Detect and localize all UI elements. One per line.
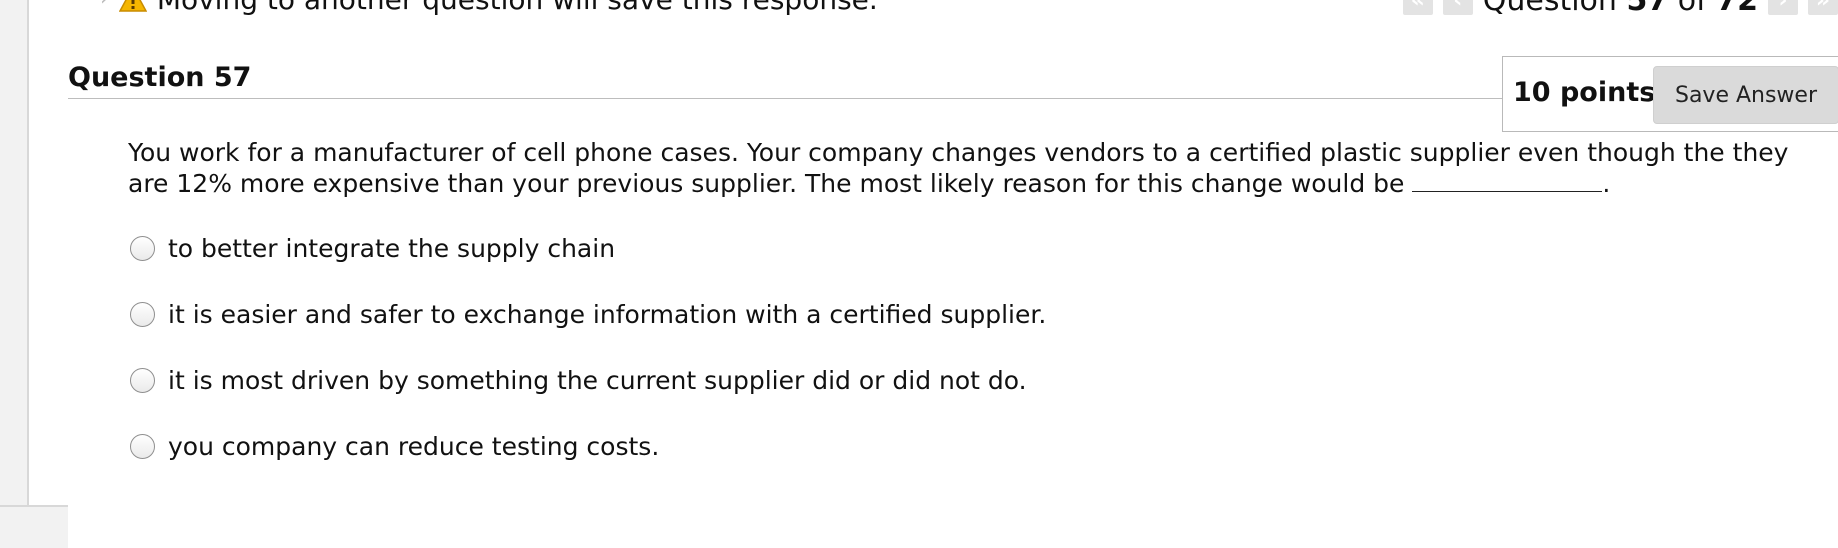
question-counter: Question 57 of 72 xyxy=(1483,0,1758,18)
option-label[interactable]: it is easier and safer to exchange infor… xyxy=(168,300,1046,329)
question-text-end: . xyxy=(1602,169,1611,198)
double-chevron-right-icon: » xyxy=(1815,0,1831,13)
answer-option[interactable]: to better integrate the supply chain xyxy=(130,228,1046,268)
counter-current: 57 xyxy=(1626,0,1669,18)
answer-options: to better integrate the supply chain it … xyxy=(130,228,1046,492)
question-navigation: « ‹ Question 57 of 72 › » xyxy=(1402,0,1838,18)
counter-of: of xyxy=(1677,0,1707,18)
points-panel: 10 points Save Answer xyxy=(1502,56,1838,132)
save-answer-button[interactable]: Save Answer xyxy=(1653,66,1838,124)
warning-icon xyxy=(118,0,147,12)
radio-button[interactable] xyxy=(130,367,155,393)
previous-question-button[interactable]: ‹ xyxy=(1442,0,1473,15)
next-question-button[interactable]: › xyxy=(1768,0,1798,15)
answer-option[interactable]: you company can reduce testing costs. xyxy=(130,426,1046,466)
option-label[interactable]: to better integrate the supply chain xyxy=(168,234,615,263)
answer-option[interactable]: it is most driven by something the curre… xyxy=(130,360,1046,400)
counter-prefix: Question xyxy=(1482,0,1617,18)
chevron-left-icon: ‹ xyxy=(1453,0,1463,13)
question-header: Question 57 xyxy=(68,60,1503,99)
chevron-right-icon: › xyxy=(100,0,109,10)
double-chevron-left-icon: « xyxy=(1410,0,1425,13)
question-text: You work for a manufacturer of cell phon… xyxy=(128,137,1828,199)
save-warning: › Moving to another question will save t… xyxy=(100,0,878,16)
last-question-button[interactable]: » xyxy=(1808,0,1838,15)
points-label: 10 points xyxy=(1513,77,1656,108)
assessment-page: › Moving to another question will save t… xyxy=(0,0,1838,548)
answer-blank xyxy=(1412,169,1603,192)
question-title: Question 57 xyxy=(68,62,252,93)
radio-button[interactable] xyxy=(130,433,155,459)
warning-text: Moving to another question will save thi… xyxy=(157,0,878,16)
first-question-button[interactable]: « xyxy=(1402,0,1433,15)
chevron-right-icon: › xyxy=(1778,0,1788,13)
radio-button[interactable] xyxy=(130,235,155,261)
radio-button[interactable] xyxy=(130,301,155,327)
bottom-frame-edge xyxy=(0,505,68,548)
counter-total: 72 xyxy=(1716,0,1758,18)
left-frame-edge xyxy=(0,0,29,548)
option-label[interactable]: it is most driven by something the curre… xyxy=(168,366,1027,395)
option-label[interactable]: you company can reduce testing costs. xyxy=(168,432,659,461)
answer-option[interactable]: it is easier and safer to exchange infor… xyxy=(130,294,1046,334)
